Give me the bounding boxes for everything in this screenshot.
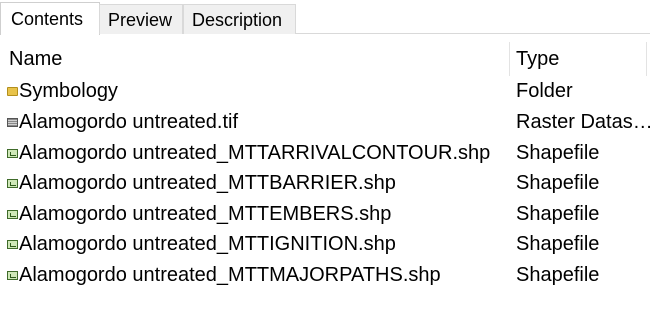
item-type: Raster Datas…	[516, 111, 650, 133]
list-item[interactable]: Alamogordo untreated_MTTBARRIER.shp Shap…	[0, 168, 650, 198]
column-divider[interactable]	[646, 42, 647, 76]
column-header-row: Name Type	[0, 40, 650, 78]
list-item[interactable]: Alamogordo untreated_MTTMAJORPATHS.shp S…	[0, 260, 650, 290]
list-item[interactable]: Symbology Folder	[0, 76, 650, 106]
item-type: Shapefile	[516, 233, 600, 255]
folder-icon	[7, 87, 18, 96]
item-type: Shapefile	[516, 172, 600, 194]
item-name: Alamogordo untreated_MTTARRIVALCONTOUR.s…	[19, 142, 491, 164]
shapefile-icon	[7, 149, 18, 158]
item-name: Symbology	[19, 80, 118, 102]
tab-bar: Contents Preview Description	[0, 0, 650, 35]
shapefile-icon	[7, 179, 18, 188]
list-item[interactable]: Alamogordo untreated_MTTIGNITION.shp Sha…	[0, 229, 650, 259]
tab-description[interactable]: Description	[183, 4, 296, 34]
raster-icon	[7, 118, 18, 127]
item-type: Folder	[516, 80, 573, 102]
shapefile-icon	[7, 210, 18, 219]
shapefile-icon	[7, 240, 18, 249]
item-name: Alamogordo untreated_MTTIGNITION.shp	[19, 233, 396, 255]
item-type: Shapefile	[516, 142, 600, 164]
tab-contents[interactable]: Contents	[0, 2, 100, 35]
column-divider[interactable]	[509, 42, 510, 76]
shapefile-icon	[7, 271, 18, 280]
column-header-name[interactable]: Name	[9, 48, 62, 71]
item-name: Alamogordo untreated.tif	[19, 111, 239, 133]
item-name: Alamogordo untreated_MTTEMBERS.shp	[19, 203, 392, 225]
tab-preview[interactable]: Preview	[99, 4, 183, 34]
item-name: Alamogordo untreated_MTTBARRIER.shp	[19, 172, 396, 194]
column-header-type[interactable]: Type	[516, 48, 559, 71]
list-item[interactable]: Alamogordo untreated.tif Raster Datas…	[0, 107, 650, 137]
item-type: Shapefile	[516, 264, 600, 286]
list-item[interactable]: Alamogordo untreated_MTTARRIVALCONTOUR.s…	[0, 138, 650, 168]
list-item[interactable]: Alamogordo untreated_MTTEMBERS.shp Shape…	[0, 199, 650, 229]
item-type: Shapefile	[516, 203, 600, 225]
item-name: Alamogordo untreated_MTTMAJORPATHS.shp	[19, 264, 441, 286]
